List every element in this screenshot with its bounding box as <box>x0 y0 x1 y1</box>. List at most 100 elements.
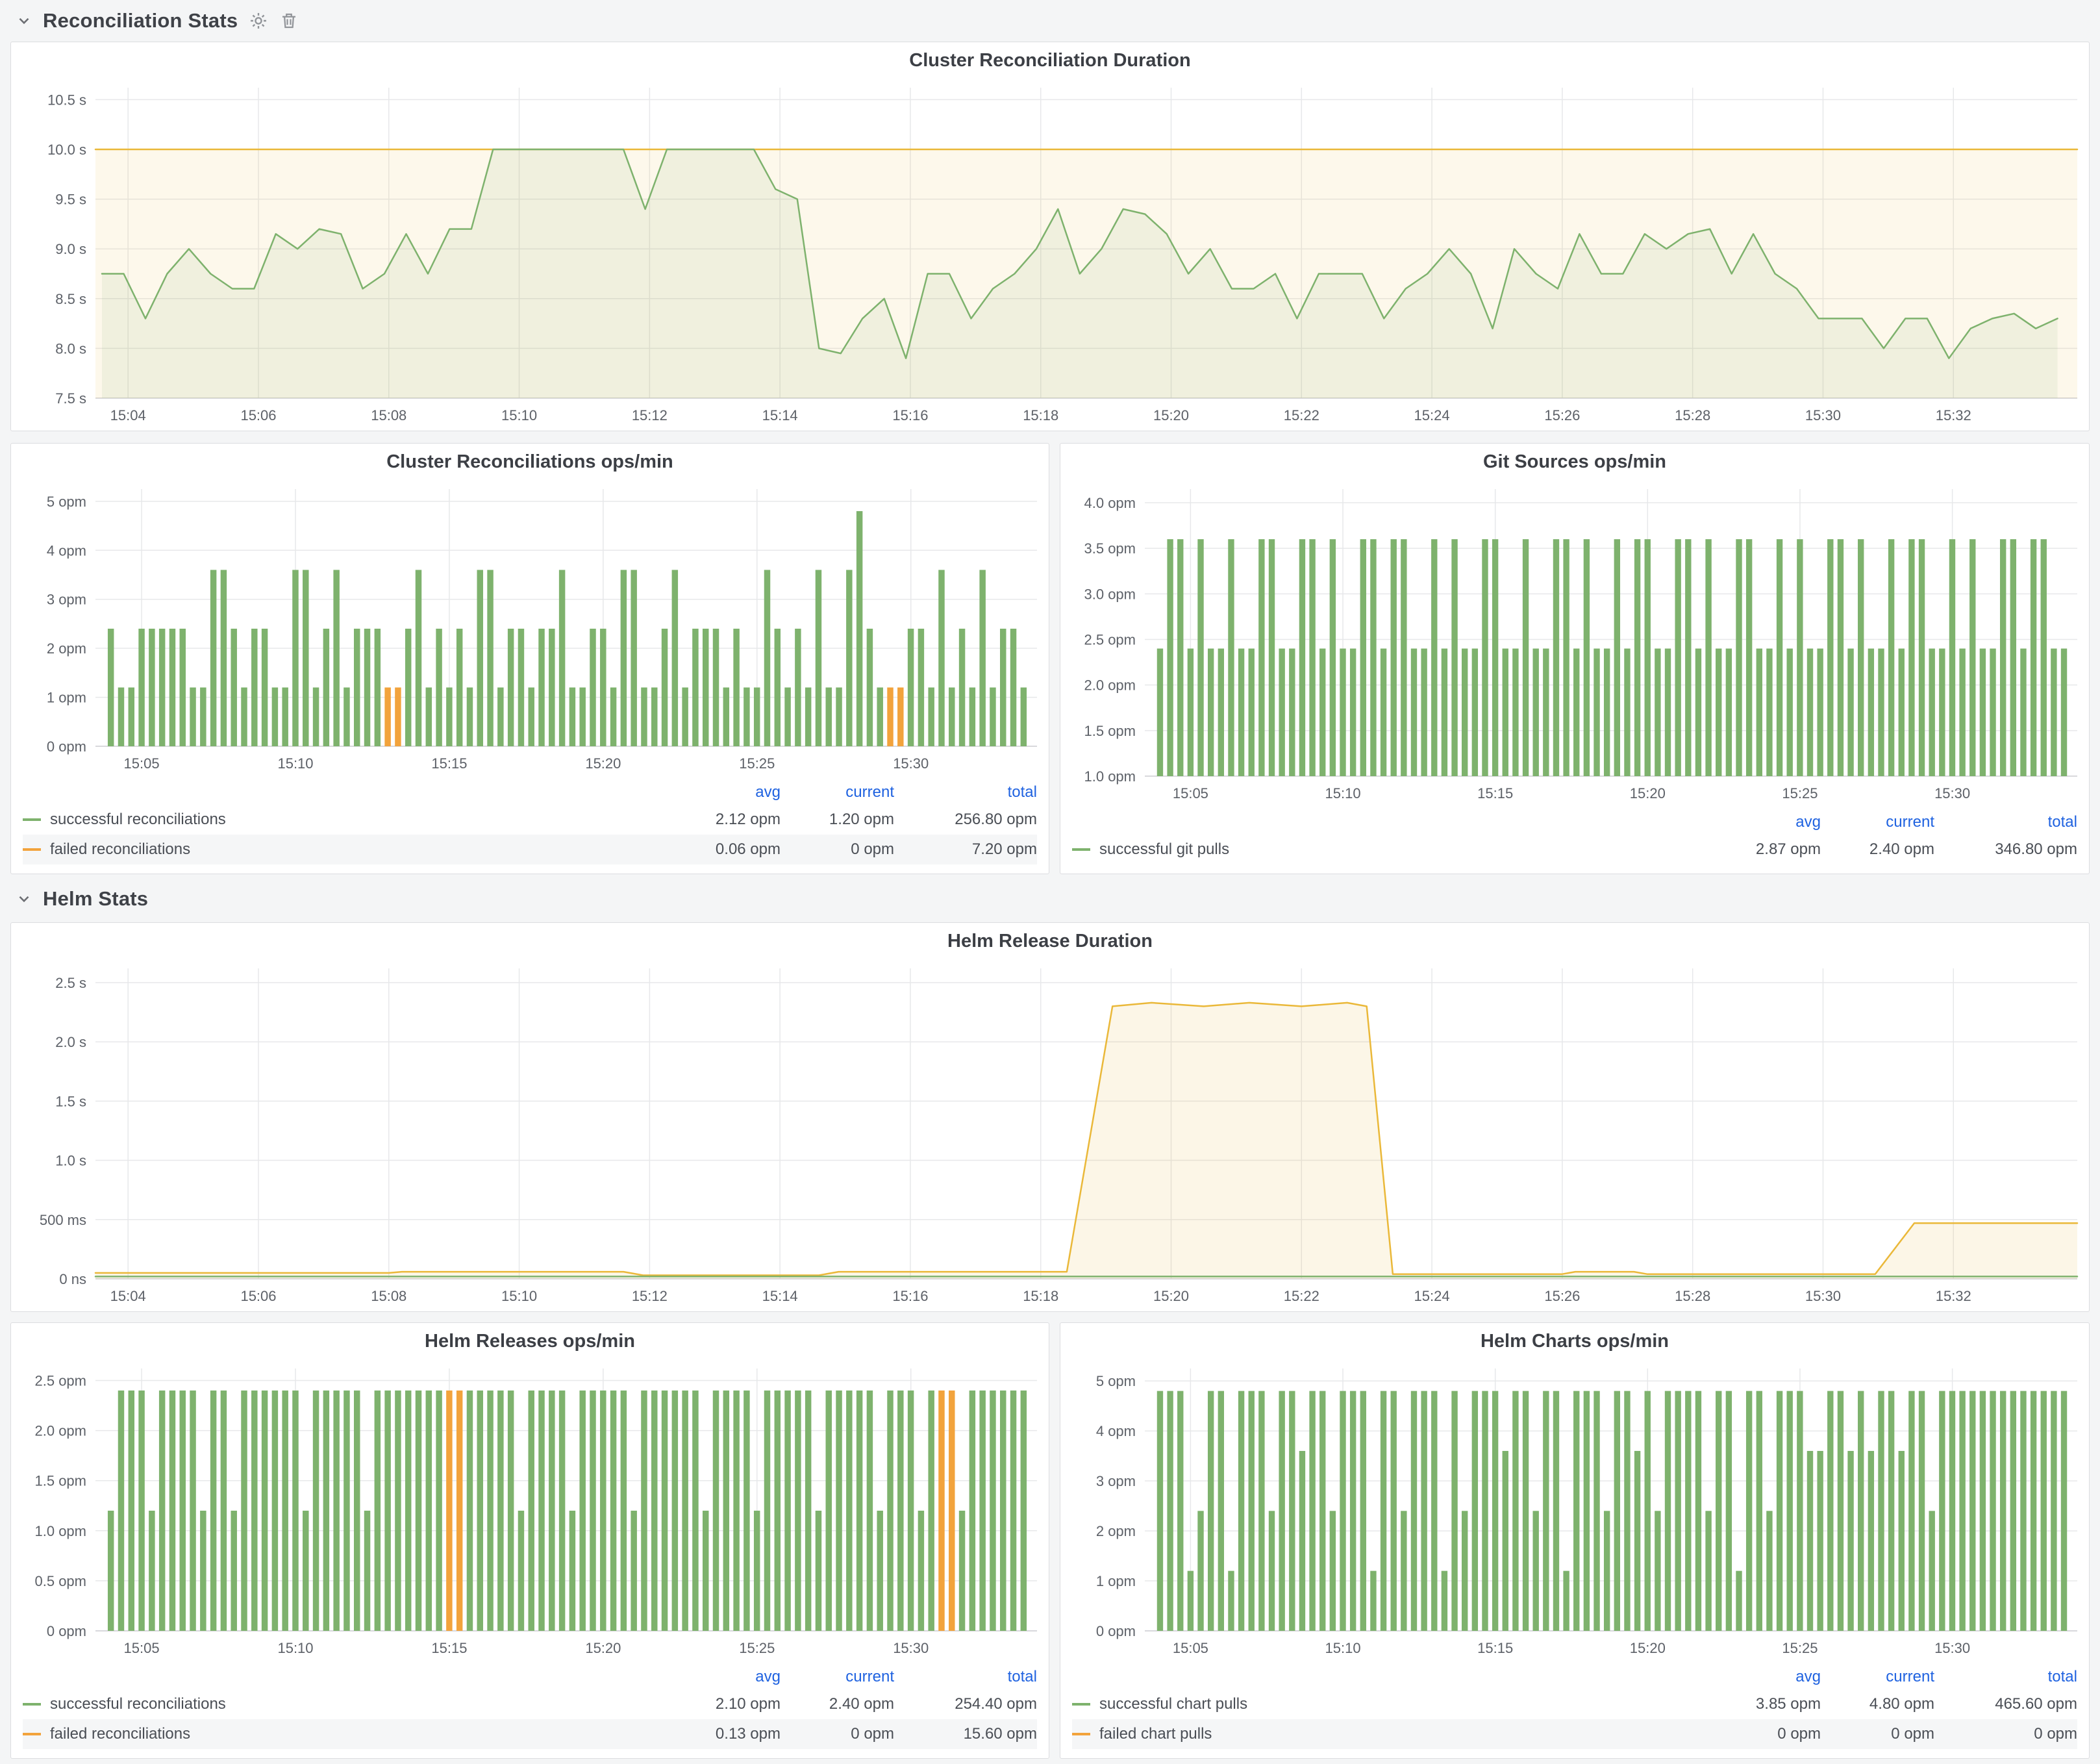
svg-text:15:20: 15:20 <box>585 1640 621 1656</box>
helmChartOps-plot: 0 opm1 opm2 opm3 opm4 opm5 opm15:0515:10… <box>1060 1359 2089 1663</box>
svg-text:15:30: 15:30 <box>1934 785 1970 801</box>
svg-text:15:30: 15:30 <box>893 1640 929 1656</box>
svg-text:15:32: 15:32 <box>1936 1288 1971 1304</box>
helm-release-duration-chart[interactable]: 0 ns500 ms1.0 s1.5 s2.0 s2.5 s15:0415:06… <box>11 959 2089 1311</box>
legend-col-current[interactable]: current <box>781 783 894 801</box>
clusterOps-plot: 0 opm1 opm2 opm3 opm4 opm5 opm15:0515:10… <box>11 480 1049 779</box>
svg-text:15:05: 15:05 <box>1173 1640 1208 1656</box>
svg-text:4 opm: 4 opm <box>1096 1423 1136 1439</box>
legend-value-total: 254.40 opm <box>894 1695 1037 1713</box>
svg-text:500 ms: 500 ms <box>40 1212 86 1228</box>
panel-title[interactable]: Cluster Reconciliation Duration <box>11 42 2089 79</box>
section-header-helm-stats[interactable]: Helm Stats <box>16 882 148 916</box>
legend-value-current: 1.20 opm <box>781 811 894 829</box>
legend-value-current: 0 opm <box>1821 1725 1934 1743</box>
svg-text:15:30: 15:30 <box>1805 407 1841 423</box>
legend-series-label[interactable]: successful reconciliations <box>50 1695 226 1713</box>
svg-text:1.0 s: 1.0 s <box>55 1153 86 1169</box>
legend-series-label[interactable]: successful reconciliations <box>50 811 226 829</box>
svg-text:15:28: 15:28 <box>1675 407 1710 423</box>
svg-text:8.5 s: 8.5 s <box>55 291 86 307</box>
svg-text:15:15: 15:15 <box>431 755 467 772</box>
cluster-reconciliation-duration-chart[interactable]: 7.5 s8.0 s8.5 s9.0 s9.5 s10.0 s10.5 s15:… <box>11 79 2089 431</box>
svg-text:15:10: 15:10 <box>501 1288 537 1304</box>
svg-text:5 opm: 5 opm <box>47 494 86 510</box>
legend-header: avgcurrenttotal <box>1072 1665 2077 1689</box>
svg-text:15:16: 15:16 <box>892 1288 928 1304</box>
legend-col-total[interactable]: total <box>894 783 1037 801</box>
legend-value-avg: 2.87 opm <box>1707 840 1821 859</box>
legend-col-current[interactable]: current <box>1821 813 1934 831</box>
section-header-reconciliation-stats[interactable]: Reconciliation Stats <box>16 4 299 38</box>
chevron-down-icon <box>16 12 32 29</box>
legend-col-current[interactable]: current <box>1821 1668 1934 1686</box>
svg-text:1.0 opm: 1.0 opm <box>1084 768 1136 785</box>
svg-text:15:04: 15:04 <box>110 1288 146 1304</box>
chevron-down-icon <box>16 890 32 907</box>
series-color-dash-icon <box>23 1703 41 1706</box>
svg-text:9.0 s: 9.0 s <box>55 241 86 257</box>
svg-text:15:20: 15:20 <box>1153 407 1189 423</box>
legend-row: successful git pulls2.87 opm2.40 opm346.… <box>1072 835 2077 864</box>
legend-series-label[interactable]: successful chart pulls <box>1099 1695 1247 1713</box>
svg-text:15:24: 15:24 <box>1414 407 1450 423</box>
git-sources-ops-chart[interactable]: 1.0 opm1.5 opm2.0 opm2.5 opm3.0 opm3.5 o… <box>1060 480 2089 809</box>
legend-col-total[interactable]: total <box>1934 813 2077 831</box>
legend-row: successful reconciliations2.10 opm2.40 o… <box>23 1689 1037 1719</box>
trash-icon[interactable] <box>279 11 299 31</box>
series-color-dash-icon <box>1072 1703 1090 1706</box>
legend-col-avg[interactable]: avg <box>1707 813 1821 831</box>
svg-text:15:26: 15:26 <box>1544 407 1580 423</box>
panel-title[interactable]: Helm Releases ops/min <box>11 1323 1049 1359</box>
svg-text:15:14: 15:14 <box>762 407 798 423</box>
legend-col-total[interactable]: total <box>1934 1668 2077 1686</box>
svg-text:15:08: 15:08 <box>371 1288 406 1304</box>
panel-title[interactable]: Cluster Reconciliations ops/min <box>11 444 1049 480</box>
gitOps-plot: 1.0 opm1.5 opm2.0 opm2.5 opm3.0 opm3.5 o… <box>1060 480 2089 809</box>
panel-title[interactable]: Git Sources ops/min <box>1060 444 2089 480</box>
svg-text:1.5 s: 1.5 s <box>55 1093 86 1109</box>
svg-text:2.0 opm: 2.0 opm <box>1084 677 1136 694</box>
legend-value-avg: 2.10 opm <box>667 1695 781 1713</box>
svg-text:15:15: 15:15 <box>431 1640 467 1656</box>
gear-icon[interactable] <box>248 10 269 31</box>
legend-series-label[interactable]: successful git pulls <box>1099 840 1229 859</box>
legend-value-avg: 0 opm <box>1707 1725 1821 1743</box>
legend-value-current: 0 opm <box>781 1725 894 1743</box>
svg-text:15:16: 15:16 <box>892 407 928 423</box>
svg-text:15:20: 15:20 <box>1630 785 1666 801</box>
legend-col-current[interactable]: current <box>781 1668 894 1686</box>
legend-col-avg[interactable]: avg <box>667 1668 781 1686</box>
legend-series-label[interactable]: failed reconciliations <box>50 840 190 859</box>
helmReleaseOps-plot: 0 opm0.5 opm1.0 opm1.5 opm2.0 opm2.5 opm… <box>11 1359 1049 1663</box>
svg-text:4 opm: 4 opm <box>47 542 86 559</box>
svg-text:15:20: 15:20 <box>1630 1640 1666 1656</box>
legend-series-label[interactable]: failed chart pulls <box>1099 1725 1212 1743</box>
svg-text:2.5 s: 2.5 s <box>55 975 86 991</box>
legend-col-avg[interactable]: avg <box>667 783 781 801</box>
svg-text:10.0 s: 10.0 s <box>47 142 86 158</box>
panel-title[interactable]: Helm Release Duration <box>11 923 2089 959</box>
legend-col-total[interactable]: total <box>894 1668 1037 1686</box>
svg-text:15:28: 15:28 <box>1675 1288 1710 1304</box>
svg-text:0 opm: 0 opm <box>47 738 86 755</box>
svg-text:15:04: 15:04 <box>110 407 146 423</box>
clusterDuration-plot: 7.5 s8.0 s8.5 s9.0 s9.5 s10.0 s10.5 s15:… <box>11 79 2089 431</box>
panel-title[interactable]: Helm Charts ops/min <box>1060 1323 2089 1359</box>
svg-text:3.5 opm: 3.5 opm <box>1084 540 1136 557</box>
svg-text:15:20: 15:20 <box>1153 1288 1189 1304</box>
svg-text:15:10: 15:10 <box>1325 1640 1361 1656</box>
svg-text:1.5 opm: 1.5 opm <box>1084 723 1136 739</box>
legend-row: failed chart pulls0 opm0 opm0 opm <box>1072 1719 2077 1749</box>
helm-charts-ops-chart[interactable]: 0 opm1 opm2 opm3 opm4 opm5 opm15:0515:10… <box>1060 1359 2089 1663</box>
legend-series-label[interactable]: failed reconciliations <box>50 1725 190 1743</box>
panel-helm-releases-ops: Helm Releases ops/min 0 opm0.5 opm1.0 op… <box>10 1322 1049 1759</box>
svg-text:1 opm: 1 opm <box>47 690 86 706</box>
svg-text:1 opm: 1 opm <box>1096 1573 1136 1589</box>
helm-releases-ops-chart[interactable]: 0 opm0.5 opm1.0 opm1.5 opm2.0 opm2.5 opm… <box>11 1359 1049 1663</box>
cluster-reconciliations-ops-chart[interactable]: 0 opm1 opm2 opm3 opm4 opm5 opm15:0515:10… <box>11 480 1049 779</box>
svg-text:15:05: 15:05 <box>124 1640 160 1656</box>
legend-col-avg[interactable]: avg <box>1707 1668 1821 1686</box>
svg-text:15:32: 15:32 <box>1936 407 1971 423</box>
legend-value-total: 7.20 opm <box>894 840 1037 859</box>
